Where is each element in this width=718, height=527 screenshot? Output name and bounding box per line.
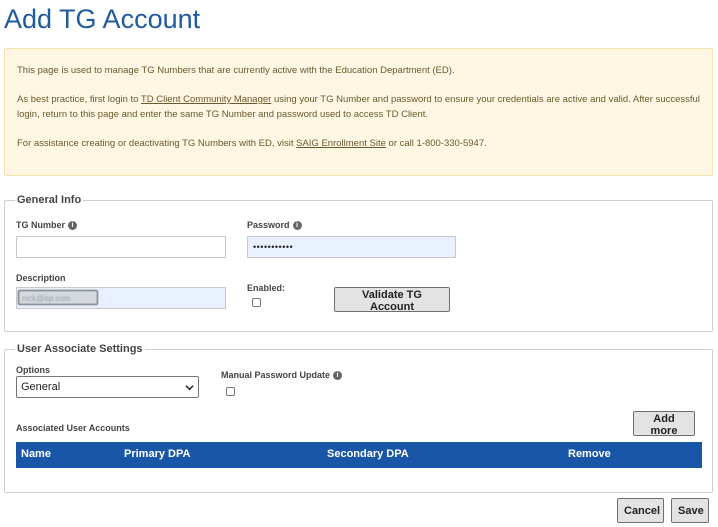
info-icon[interactable]: i bbox=[292, 221, 302, 230]
notice-text: For assistance creating or deactivating … bbox=[17, 138, 297, 149]
description-input[interactable]: nick@ep.com bbox=[16, 287, 226, 309]
tg-number-input[interactable] bbox=[16, 236, 226, 258]
password-label-text: Password bbox=[247, 220, 290, 230]
manual-password-update-label-text: Manual Password Update bbox=[221, 370, 331, 380]
saig-enrollment-site-link[interactable]: SAIG Enrollment Site bbox=[296, 138, 386, 149]
password-label: Password i bbox=[247, 220, 302, 230]
tg-number-label: TG Number i bbox=[16, 220, 78, 230]
add-more-button[interactable]: Add more bbox=[633, 411, 695, 437]
password-input[interactable]: ••••••••••• bbox=[247, 236, 456, 258]
notice-paragraph-1: This page is used to manage TG Numbers t… bbox=[17, 65, 455, 76]
description-value-redacted: nick@ep.com bbox=[18, 290, 98, 305]
info-icon[interactable]: i bbox=[68, 221, 78, 230]
tg-number-label-text: TG Number bbox=[16, 220, 66, 230]
column-header-primary-dpa[interactable]: Primary DPA bbox=[124, 448, 190, 460]
page-title: Add TG Account bbox=[4, 4, 201, 34]
notice-text: As best practice, first login to bbox=[17, 94, 141, 105]
notice-paragraph-3: For assistance creating or deactivating … bbox=[17, 136, 700, 151]
column-header-secondary-dpa[interactable]: Secondary DPA bbox=[327, 448, 409, 460]
notice-text: or call 1-800-330-5947. bbox=[385, 138, 487, 149]
manual-password-update-label: Manual Password Update i bbox=[221, 370, 343, 380]
save-button[interactable]: Save bbox=[671, 498, 709, 523]
user-associate-settings-section: User Associate Settings bbox=[4, 343, 713, 493]
user-associate-settings-legend: User Associate Settings bbox=[17, 343, 143, 355]
options-selected-value: General bbox=[21, 381, 61, 393]
general-info-legend: General Info bbox=[17, 194, 82, 206]
chevron-down-icon bbox=[185, 385, 194, 391]
info-notice: This page is used to manage TG Numbers t… bbox=[4, 48, 713, 176]
notice-paragraph-2: As best practice, first login to TD Clie… bbox=[17, 92, 700, 122]
cancel-button[interactable]: Cancel bbox=[617, 498, 664, 523]
description-label: Description bbox=[16, 273, 66, 283]
column-header-remove[interactable]: Remove bbox=[568, 448, 611, 460]
column-header-name[interactable]: Name bbox=[21, 448, 51, 460]
enabled-checkbox[interactable] bbox=[252, 298, 261, 307]
manual-password-update-checkbox[interactable] bbox=[226, 387, 235, 396]
associated-accounts-table-header: Name Primary DPA Secondary DPA Remove bbox=[16, 442, 702, 468]
validate-tg-account-button[interactable]: Validate TG Account bbox=[334, 287, 450, 313]
options-select[interactable]: General bbox=[16, 376, 199, 398]
enabled-label: Enabled: bbox=[247, 283, 286, 293]
info-icon[interactable]: i bbox=[333, 371, 343, 380]
associated-user-accounts-label: Associated User Accounts bbox=[16, 423, 130, 433]
options-label: Options bbox=[16, 365, 50, 375]
td-client-community-manager-link[interactable]: TD Client Community Manager bbox=[141, 94, 271, 105]
